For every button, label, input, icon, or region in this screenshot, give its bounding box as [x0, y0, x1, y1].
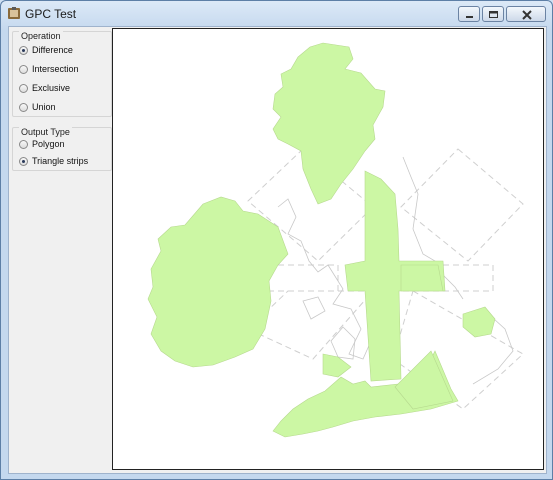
radio-difference[interactable]: Difference	[19, 45, 73, 55]
output-type-group-title: Output Type	[19, 127, 72, 137]
operation-group: Operation Difference Intersection Exclus…	[12, 31, 112, 117]
radio-label: Intersection	[32, 64, 79, 74]
radio-label: Difference	[32, 45, 73, 55]
client-area: Operation Difference Intersection Exclus…	[8, 26, 547, 474]
radio-exclusive[interactable]: Exclusive	[19, 83, 70, 93]
radio-polygon[interactable]: Polygon	[19, 139, 65, 149]
maximize-button[interactable]	[482, 6, 504, 22]
radio-label: Exclusive	[32, 83, 71, 93]
window-title: GPC Test	[25, 7, 77, 21]
minimize-icon	[466, 16, 473, 18]
east-band-polygon	[400, 264, 444, 292]
radio-dot[interactable]	[19, 102, 28, 112]
radio-dot[interactable]	[19, 139, 28, 149]
gpc-app-icon	[8, 7, 20, 19]
result-polygons	[147, 42, 496, 438]
close-button[interactable]	[506, 6, 546, 22]
radio-intersection[interactable]: Intersection	[19, 64, 79, 74]
operation-group-title: Operation	[19, 31, 63, 41]
maximize-icon	[489, 11, 498, 18]
radio-dot-selected[interactable]	[19, 45, 28, 55]
map-drawing	[147, 42, 524, 438]
radio-dot-selected[interactable]	[19, 156, 28, 166]
app-window: GPC Test Operation Difference Intersecti…	[0, 0, 553, 480]
ireland-polygon	[147, 196, 289, 368]
output-type-group: Output Type Polygon Triangle strips	[12, 127, 112, 171]
radio-label: Triangle strips	[32, 156, 89, 166]
radio-triangle-strips[interactable]: Triangle strips	[19, 156, 88, 166]
radio-label: Polygon	[32, 139, 65, 149]
east-anglia-polygon	[462, 306, 496, 338]
minimize-button[interactable]	[458, 6, 480, 22]
radio-dot[interactable]	[19, 64, 28, 74]
wales-polygon	[322, 353, 352, 378]
radio-label: Union	[32, 102, 56, 112]
close-icon	[522, 10, 532, 20]
title-bar[interactable]: GPC Test	[1, 1, 552, 27]
drawing-canvas[interactable]	[112, 28, 544, 470]
radio-dot[interactable]	[19, 83, 28, 93]
radio-union[interactable]: Union	[19, 102, 56, 112]
